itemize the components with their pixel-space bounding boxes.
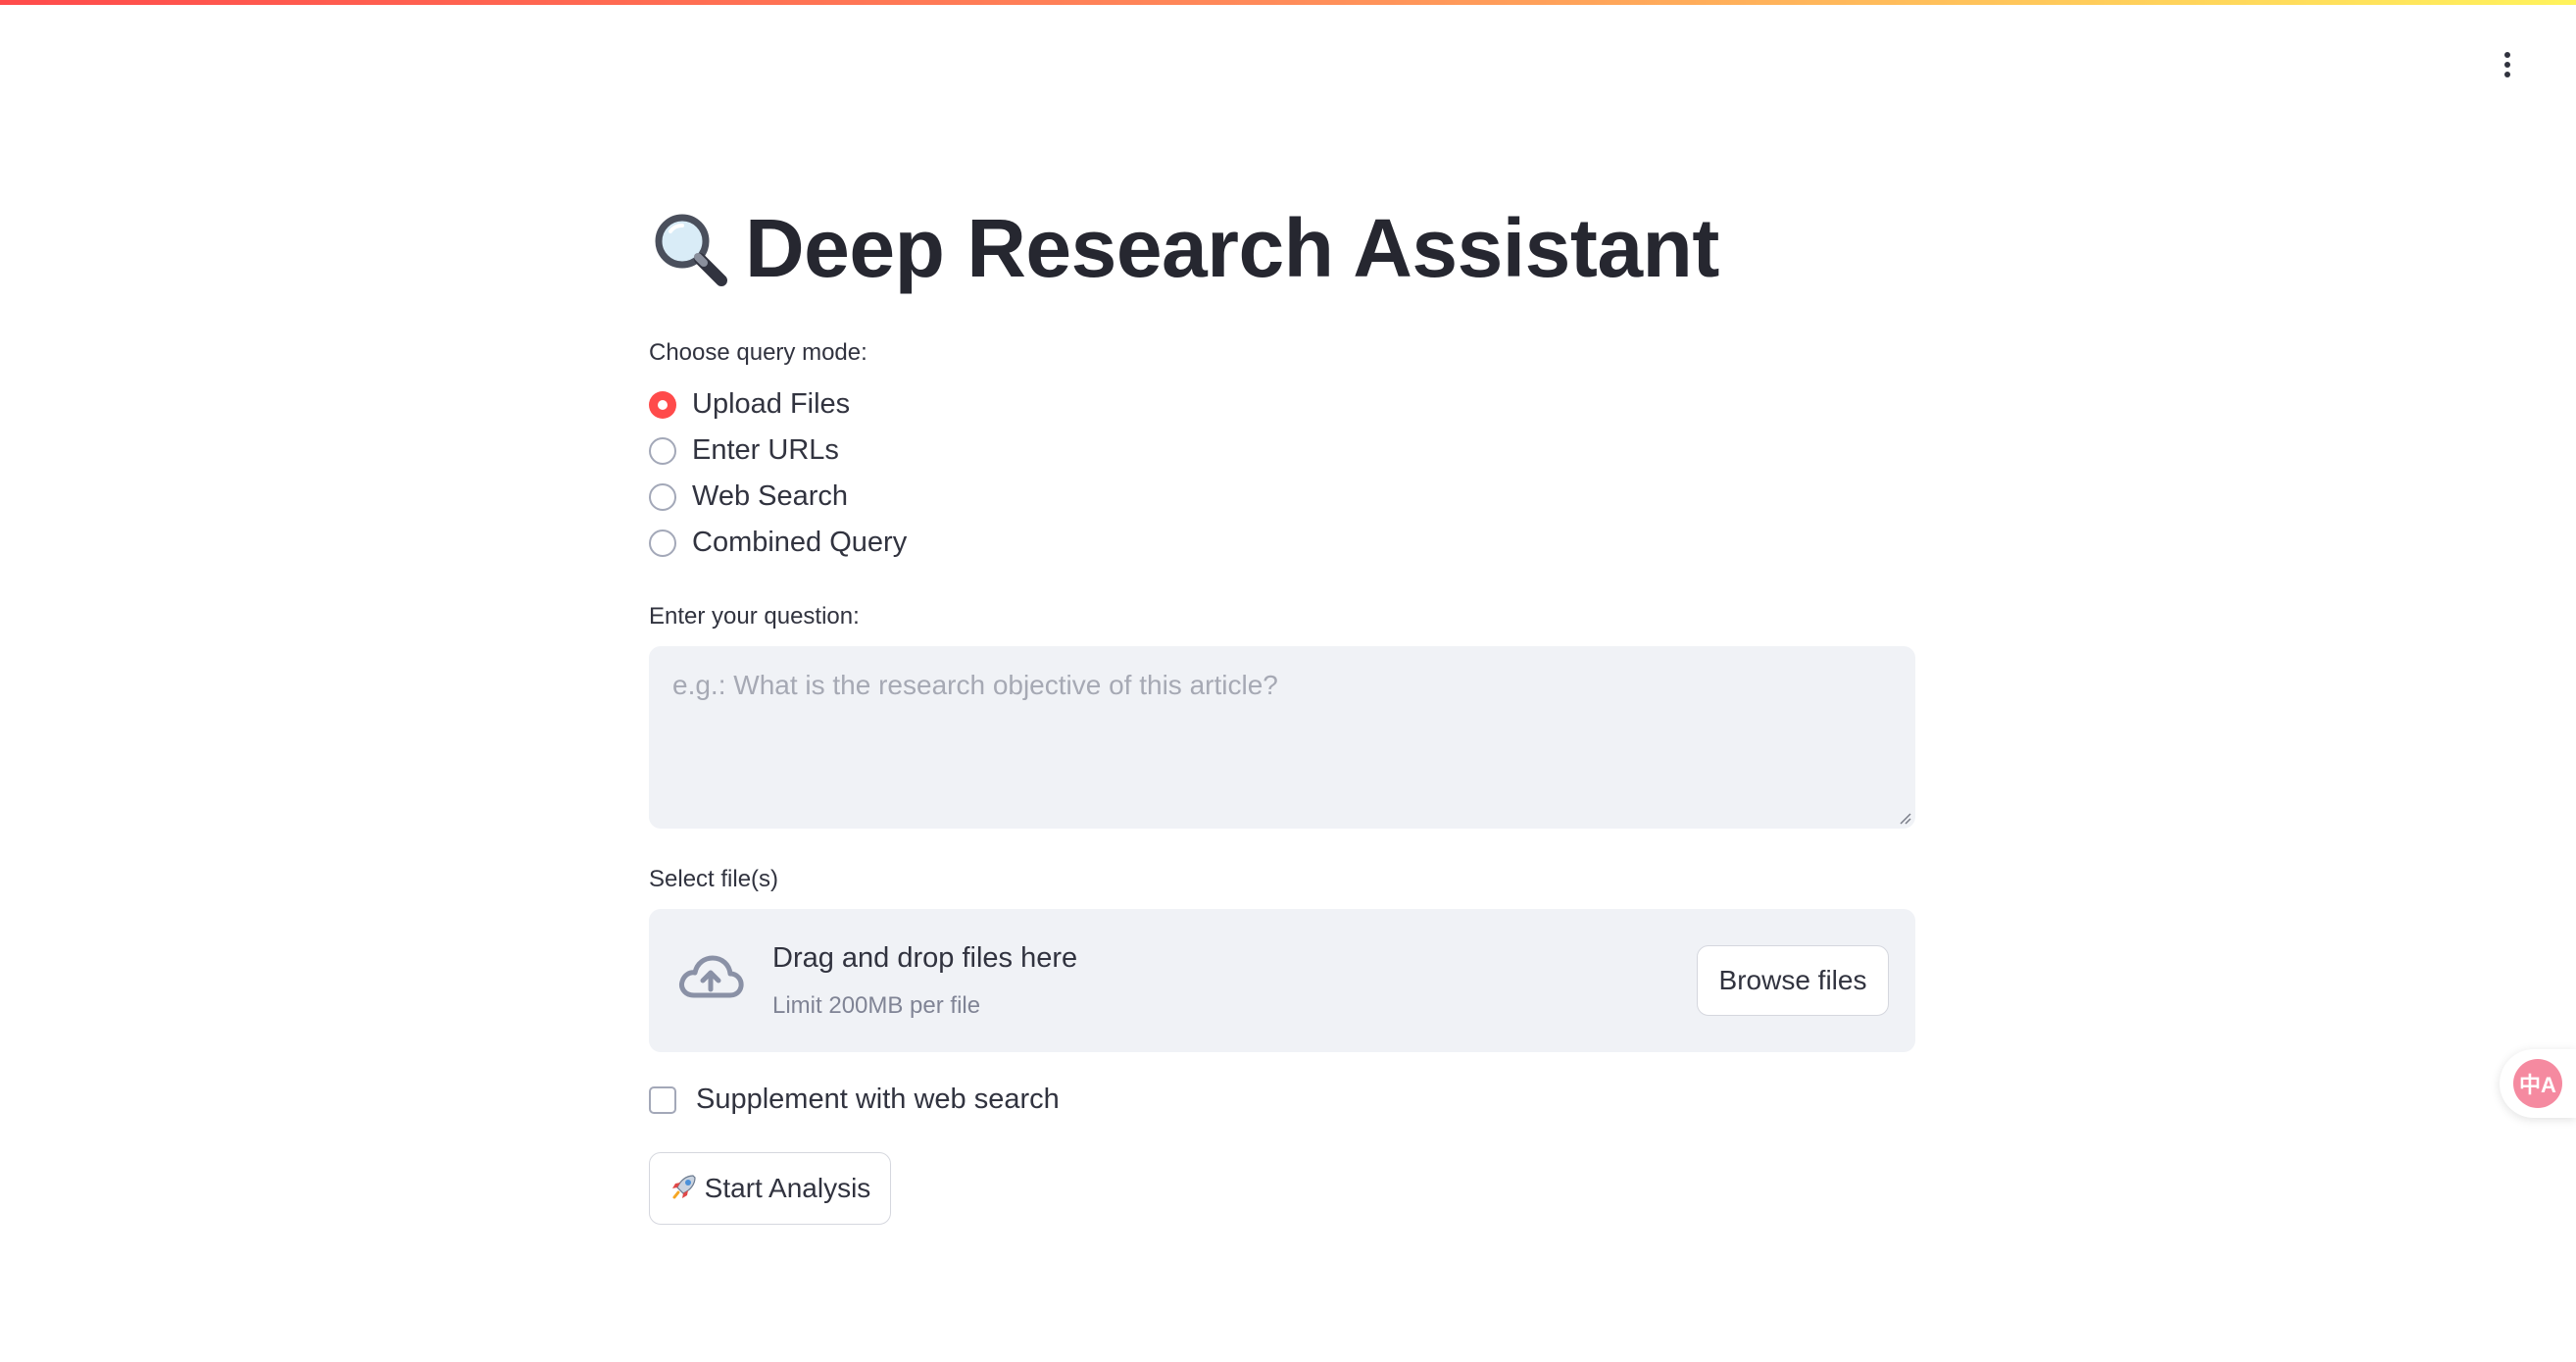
- radio-button[interactable]: [649, 482, 676, 511]
- radio-label: Web Search: [692, 480, 849, 512]
- supplement-label: Supplement with web search: [696, 1084, 1060, 1115]
- resize-handle-icon[interactable]: [1898, 811, 1911, 825]
- question-placeholder: e.g.: What is the research objective of …: [672, 670, 1278, 700]
- top-decoration-bar: [0, 0, 2576, 5]
- question-label: Enter your question:: [649, 603, 860, 630]
- radio-combined-query[interactable]: Combined Query: [649, 527, 907, 559]
- dropzone-limit-text: Limit 200MB per file: [772, 992, 981, 1019]
- page-title: Deep Research Assistant: [649, 201, 1719, 296]
- radio-label: Enter URLs: [692, 434, 839, 466]
- start-analysis-label: Start Analysis: [704, 1173, 871, 1203]
- cloud-upload-icon: [679, 955, 744, 998]
- supplement-checkbox[interactable]: [649, 1085, 676, 1114]
- query-mode-label: Choose query mode:: [649, 339, 867, 366]
- magnifying-glass-icon: [649, 208, 731, 290]
- more-vertical-icon-dot: [2504, 72, 2510, 77]
- page-title-text: Deep Research Assistant: [745, 202, 1719, 294]
- radio-label: Combined Query: [692, 527, 908, 558]
- question-textarea[interactable]: e.g.: What is the research objective of …: [649, 646, 1915, 829]
- radio-button[interactable]: [649, 436, 676, 465]
- file-select-label: Select file(s): [649, 866, 779, 892]
- translate-widget[interactable]: 中A: [2500, 1049, 2576, 1118]
- rocket-icon: [669, 1172, 699, 1201]
- supplement-web-search-checkbox-row[interactable]: Supplement with web search: [649, 1084, 1060, 1116]
- dropzone-title: Drag and drop files here: [772, 942, 1078, 974]
- more-vertical-icon-dot: [2504, 62, 2510, 68]
- radio-label: Upload Files: [692, 388, 851, 420]
- start-analysis-button[interactable]: Start Analysis: [649, 1152, 891, 1225]
- radio-enter-urls[interactable]: Enter URLs: [649, 434, 839, 467]
- radio-button[interactable]: [649, 529, 676, 557]
- file-dropzone[interactable]: Drag and drop files here Limit 200MB per…: [649, 909, 1915, 1052]
- translate-icon[interactable]: 中A: [2513, 1059, 2562, 1108]
- radio-button-checked[interactable]: [649, 390, 676, 419]
- browse-files-button[interactable]: Browse files: [1697, 945, 1889, 1016]
- radio-web-search[interactable]: Web Search: [649, 480, 848, 513]
- radio-upload-files[interactable]: Upload Files: [649, 388, 850, 421]
- main-menu-button[interactable]: [2490, 47, 2525, 82]
- more-vertical-icon: [2504, 52, 2510, 58]
